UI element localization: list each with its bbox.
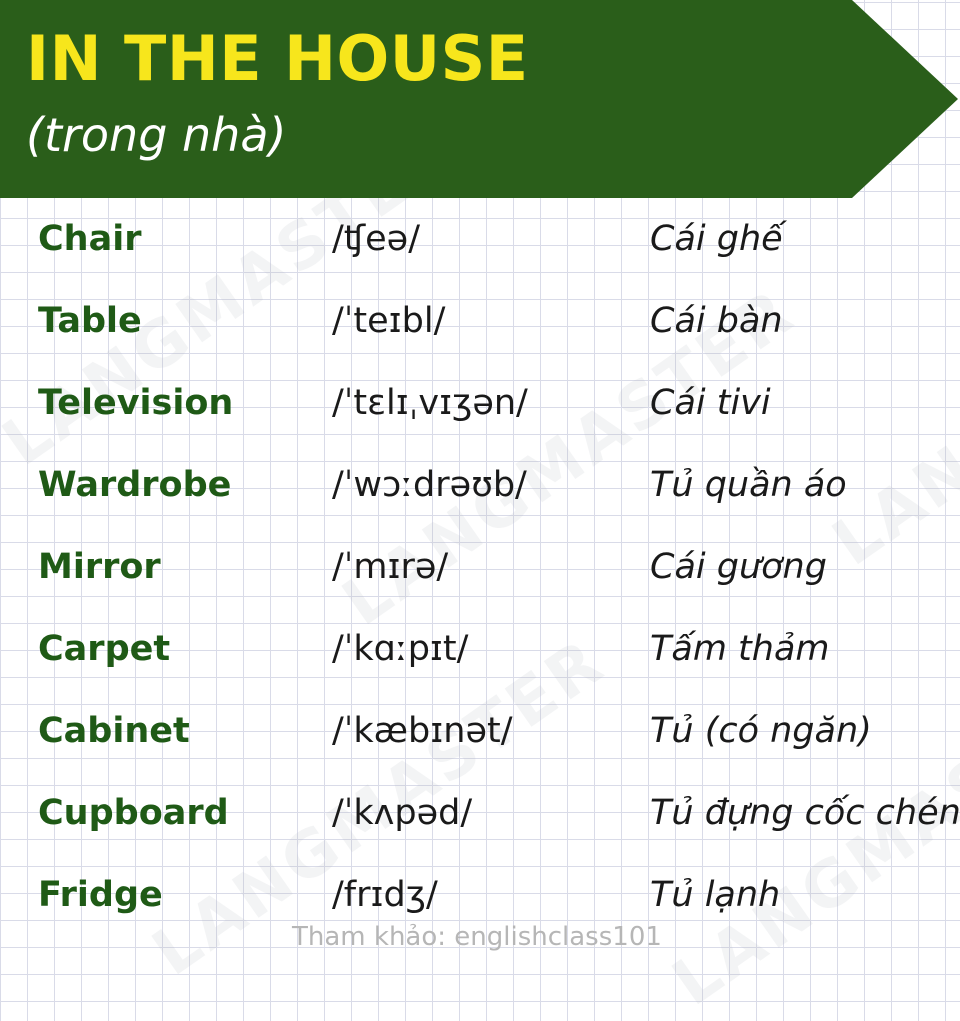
vocab-word: Mirror — [38, 547, 161, 587]
vocab-meaning: Tủ đựng cốc chén — [650, 793, 960, 833]
vocab-ipa: /ˈkæbɪnət/ — [332, 711, 513, 751]
vocab-ipa: /ˈkʌpəd/ — [332, 793, 473, 833]
vocab-row: Chair /ʧeə/ Cái ghế — [0, 198, 960, 280]
vocab-ipa: /ˈwɔːdrəʊb/ — [332, 465, 527, 505]
vocab-word: Television — [38, 383, 234, 423]
vocab-meaning: Cái gương — [650, 547, 827, 587]
vocab-row: Cupboard /ˈkʌpəd/ Tủ đựng cốc chén — [0, 772, 960, 854]
vocab-row: Table /ˈteɪbl/ Cái bàn — [0, 280, 960, 362]
vocab-row: Television /ˈtɛlɪˌvɪʒən/ Cái tivi — [0, 362, 960, 444]
vocab-word: Table — [38, 301, 142, 341]
vocab-meaning: Cái ghế — [650, 219, 783, 259]
vocab-word: Fridge — [38, 875, 163, 915]
vocab-row: Carpet /ˈkɑːpɪt/ Tấm thảm — [0, 608, 960, 690]
vocab-meaning: Cái bàn — [650, 301, 783, 341]
source-credit: Tham khảo: englishclass101 — [292, 922, 662, 952]
vocab-meaning: Tủ (có ngăn) — [650, 711, 872, 751]
vocab-word: Cupboard — [38, 793, 229, 833]
vocab-row: Mirror /ˈmɪrə/ Cái gương — [0, 526, 960, 608]
vocab-word: Carpet — [38, 629, 171, 669]
vocab-word: Chair — [38, 219, 142, 259]
vocab-meaning: Tủ lạnh — [650, 875, 781, 915]
vocab-word: Cabinet — [38, 711, 190, 751]
vocab-meaning: Tủ quần áo — [650, 465, 847, 505]
vocab-row: Wardrobe /ˈwɔːdrəʊb/ Tủ quần áo — [0, 444, 960, 526]
vocab-ipa: /ʧeə/ — [332, 219, 420, 259]
vocab-ipa: /ˈteɪbl/ — [332, 301, 446, 341]
vocab-ipa: /ˈkɑːpɪt/ — [332, 629, 469, 669]
vocab-ipa: /ˈtɛlɪˌvɪʒən/ — [332, 383, 528, 423]
header-banner: IN THE HOUSE (trong nhà) — [0, 0, 960, 198]
vocab-meaning: Cái tivi — [650, 383, 771, 423]
vocab-word: Wardrobe — [38, 465, 232, 505]
vocab-meaning: Tấm thảm — [650, 629, 830, 669]
vocab-ipa: /ˈmɪrə/ — [332, 547, 449, 587]
page-subtitle: (trong nhà) — [26, 108, 287, 162]
vocab-row: Cabinet /ˈkæbɪnət/ Tủ (có ngăn) — [0, 690, 960, 772]
page-title: IN THE HOUSE — [26, 22, 529, 95]
vocab-ipa: /frɪdʒ/ — [332, 875, 438, 915]
